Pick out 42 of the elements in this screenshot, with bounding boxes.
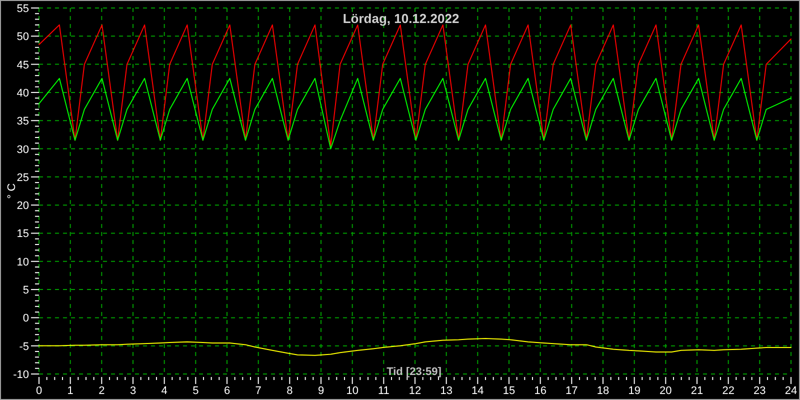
tick-label: 0 <box>22 312 29 325</box>
tick-label: 10 <box>16 256 29 268</box>
tick-label: 4 <box>161 385 168 397</box>
tick-label: 55 <box>16 3 29 15</box>
tick-label: 23 <box>754 385 766 397</box>
tick-label: 13 <box>440 385 452 397</box>
tick-label: 22 <box>722 385 734 397</box>
tick-label: 9 <box>318 385 324 397</box>
tick-label: 5 <box>22 284 29 297</box>
tick-label: 16 <box>534 385 546 397</box>
tick-label: 6 <box>224 385 230 397</box>
tick-label: 45 <box>16 59 29 72</box>
chart-title: Lördag, 10.12.2022 <box>342 11 460 26</box>
tick-label: 11 <box>378 385 390 397</box>
tick-label: 20 <box>660 385 672 397</box>
tick-label: 30 <box>16 144 29 156</box>
tick-label: 17 <box>566 385 578 397</box>
axis-title: ° C <box>6 183 18 199</box>
tick-label: 40 <box>16 87 29 100</box>
tick-label: 12 <box>408 385 422 397</box>
tick-label: 10 <box>346 385 358 397</box>
tick-label: 50 <box>16 31 29 44</box>
tick-label: 0 <box>36 385 42 397</box>
tick-label: 1 <box>67 385 74 397</box>
tick-label: 15 <box>16 228 29 240</box>
tick-label: 8 <box>286 385 293 397</box>
tick-label: 21 <box>690 385 704 397</box>
tick-label: 35 <box>16 116 29 128</box>
tick-label: -10 <box>13 369 29 381</box>
tick-label: -5 <box>19 340 29 353</box>
tick-label: 14 <box>472 385 484 397</box>
tick-label: 19 <box>628 385 640 397</box>
tick-label: 2 <box>98 385 105 397</box>
tick-label: 3 <box>130 385 136 397</box>
tick-label: 15 <box>502 385 516 397</box>
tick-label: 7 <box>255 385 262 397</box>
tick-label: 25 <box>16 172 29 184</box>
tick-label: 20 <box>16 200 29 212</box>
axis-title: Tid [23:59] <box>386 366 442 378</box>
tick-label: 5 <box>192 385 199 397</box>
tick-label: 18 <box>596 385 610 397</box>
tick-label: 24 <box>784 385 798 397</box>
